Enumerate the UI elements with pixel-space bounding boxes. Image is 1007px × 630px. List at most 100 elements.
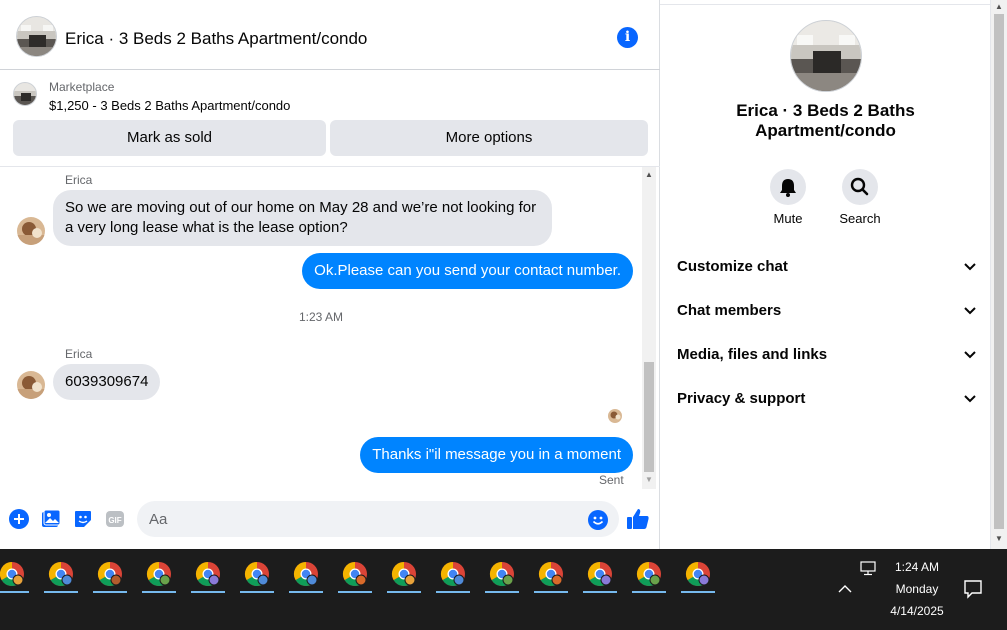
chrome-icon bbox=[489, 562, 514, 587]
read-receipt-avatar bbox=[608, 409, 622, 423]
sticker-icon[interactable] bbox=[73, 509, 93, 529]
section-media-files-links[interactable]: Media, files and links bbox=[677, 340, 977, 370]
thread-scrollbar[interactable]: ▲ ▼ bbox=[642, 167, 656, 489]
section-privacy-support[interactable]: Privacy & support bbox=[677, 384, 977, 414]
chevron-down-icon bbox=[964, 351, 976, 359]
thumbs-up-icon[interactable] bbox=[626, 507, 650, 531]
active-indicator bbox=[681, 591, 715, 593]
info-icon[interactable]: i bbox=[617, 27, 638, 48]
chrome-icon bbox=[244, 562, 269, 587]
page-scrollbar[interactable]: ▲ ▼ bbox=[990, 0, 1007, 549]
chrome-icon bbox=[685, 562, 710, 587]
taskbar-app-button[interactable] bbox=[90, 555, 130, 593]
taskbar-app-button[interactable] bbox=[531, 555, 571, 593]
scrollbar-thumb[interactable] bbox=[994, 14, 1004, 529]
section-chat-members[interactable]: Chat members bbox=[677, 296, 977, 326]
avatar[interactable] bbox=[17, 371, 45, 399]
mark-as-sold-button[interactable]: Mark as sold bbox=[13, 120, 326, 156]
mute-button[interactable] bbox=[770, 169, 806, 205]
chrome-icon bbox=[48, 562, 73, 587]
taskbar-app-button[interactable] bbox=[41, 555, 81, 593]
chevron-up-icon[interactable] bbox=[837, 583, 853, 595]
listing-summary[interactable]: $1,250 - 3 Beds 2 Baths Apartment/condo bbox=[49, 98, 290, 113]
clock-time[interactable]: 1:24 AM bbox=[877, 560, 957, 574]
taskbar-app-button[interactable] bbox=[0, 555, 32, 593]
message-input[interactable] bbox=[137, 501, 619, 537]
taskbar-app-button[interactable] bbox=[188, 555, 228, 593]
incoming-message[interactable]: So we are moving out of our home on May … bbox=[53, 190, 552, 246]
taskbar-app-button[interactable] bbox=[580, 555, 620, 593]
scroll-down-arrow-icon[interactable]: ▼ bbox=[991, 534, 1007, 543]
taskbar-app-button[interactable] bbox=[139, 555, 179, 593]
screen: Erica · 3 Beds 2 Baths Apartment/condo i… bbox=[0, 0, 1007, 630]
chrome-icon bbox=[538, 562, 563, 587]
chrome-icon bbox=[146, 562, 171, 587]
chrome-icon bbox=[440, 562, 465, 587]
search-label: Search bbox=[839, 211, 881, 226]
taskbar-app-button[interactable] bbox=[629, 555, 669, 593]
taskbar-app-button[interactable] bbox=[335, 555, 375, 593]
chrome-icon bbox=[0, 562, 24, 587]
details-panel: Erica · 3 Beds 2 Baths Apartment/condo M… bbox=[661, 5, 990, 549]
outgoing-message[interactable]: Thanks i"il message you in a moment bbox=[360, 437, 633, 473]
listing-photo bbox=[790, 20, 862, 92]
chevron-down-icon bbox=[964, 307, 976, 315]
timestamp: 1:23 AM bbox=[298, 310, 344, 324]
marketplace-label: Marketplace bbox=[49, 80, 115, 94]
scroll-down-arrow-icon[interactable]: ▼ bbox=[642, 475, 656, 485]
chevron-down-icon bbox=[964, 395, 976, 403]
scroll-up-arrow-icon[interactable]: ▲ bbox=[991, 2, 1007, 11]
active-indicator bbox=[0, 591, 29, 593]
section-label: Privacy & support bbox=[677, 390, 806, 407]
scroll-up-arrow-icon[interactable]: ▲ bbox=[642, 170, 656, 180]
composer: GIF bbox=[0, 489, 660, 549]
conversation-title: Erica · 3 Beds 2 Baths Apartment/condo bbox=[65, 29, 368, 48]
listing-avatar[interactable] bbox=[16, 16, 57, 57]
network-icon[interactable] bbox=[860, 561, 878, 577]
taskbar-app-button[interactable] bbox=[482, 555, 522, 593]
active-indicator bbox=[632, 591, 666, 593]
taskbar-app-button[interactable] bbox=[433, 555, 473, 593]
clock-day[interactable]: Monday bbox=[877, 582, 957, 596]
sender-name: Erica bbox=[65, 173, 93, 187]
active-indicator bbox=[93, 591, 127, 593]
marketplace-listing-thumbnail bbox=[13, 82, 37, 106]
section-label: Media, files and links bbox=[677, 346, 828, 363]
chrome-icon bbox=[342, 562, 367, 587]
gallery-icon[interactable] bbox=[41, 509, 61, 529]
active-indicator bbox=[142, 591, 176, 593]
more-options-button[interactable]: More options bbox=[330, 120, 648, 156]
clock-date[interactable]: 4/14/2025 bbox=[877, 604, 957, 618]
delivery-status: Sent bbox=[599, 473, 624, 487]
active-indicator bbox=[436, 591, 470, 593]
taskbar-app-button[interactable] bbox=[384, 555, 424, 593]
svg-text:GIF: GIF bbox=[108, 516, 121, 525]
scrollbar-thumb[interactable] bbox=[644, 362, 654, 472]
search-icon bbox=[850, 177, 869, 196]
bell-icon bbox=[780, 179, 796, 197]
chrome-icon bbox=[195, 562, 220, 587]
notification-icon[interactable] bbox=[963, 579, 983, 599]
incoming-message[interactable]: 6039309674 bbox=[53, 364, 161, 400]
search-button[interactable] bbox=[842, 169, 878, 205]
taskbar-app-button[interactable] bbox=[678, 555, 718, 593]
active-indicator bbox=[338, 591, 372, 593]
plus-circle-icon[interactable] bbox=[9, 509, 29, 529]
emoji-icon[interactable] bbox=[588, 510, 608, 530]
chrome-icon bbox=[293, 562, 318, 587]
gif-icon[interactable]: GIF bbox=[105, 509, 125, 529]
outgoing-message[interactable]: Ok.Please can you send your contact numb… bbox=[302, 253, 633, 289]
chat-column: Erica · 3 Beds 2 Baths Apartment/condo i… bbox=[0, 0, 660, 549]
active-indicator bbox=[534, 591, 568, 593]
section-customize-chat[interactable]: Customize chat bbox=[677, 252, 977, 282]
chat-header: Erica · 3 Beds 2 Baths Apartment/condo i bbox=[0, 5, 660, 70]
taskbar-app-button[interactable] bbox=[286, 555, 326, 593]
chevron-down-icon bbox=[964, 263, 976, 271]
active-indicator bbox=[485, 591, 519, 593]
active-indicator bbox=[191, 591, 225, 593]
active-indicator bbox=[289, 591, 323, 593]
sender-name: Erica bbox=[65, 347, 93, 361]
chrome-icon bbox=[391, 562, 416, 587]
avatar[interactable] bbox=[17, 217, 45, 245]
taskbar-app-button[interactable] bbox=[237, 555, 277, 593]
